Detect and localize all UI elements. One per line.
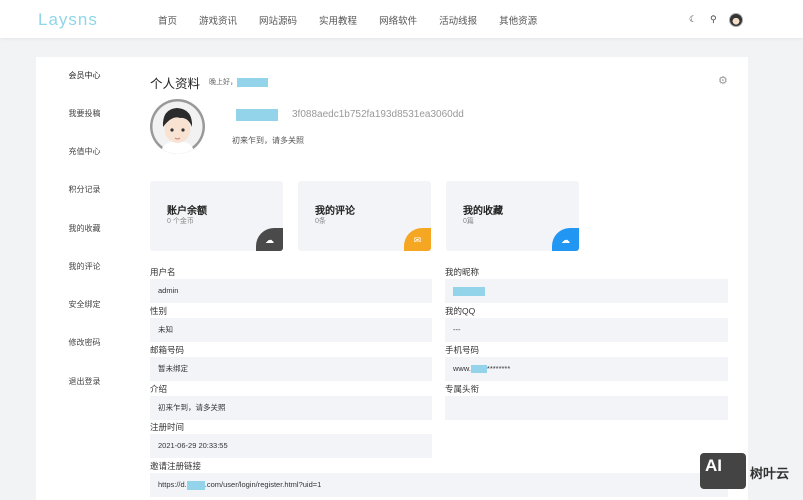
gender-field[interactable]: 未知: [150, 318, 432, 342]
card-title: 我的评论: [315, 206, 355, 217]
title-label: 专属头衔: [445, 384, 480, 394]
card-value: 0篇: [463, 218, 474, 225]
redacted-phone: [470, 365, 487, 374]
card-balance[interactable]: 账户余额 0 个金币 ☁: [150, 181, 283, 251]
nav-game-news[interactable]: 游戏资讯: [199, 13, 237, 27]
sidebar-item-comments[interactable]: 我的评论: [36, 261, 133, 272]
intro-field[interactable]: 初来乍到，请多关照: [150, 396, 432, 420]
page-title: 个人资料: [150, 77, 201, 91]
nav-tutorials[interactable]: 实用教程: [319, 13, 357, 27]
phone-label: 手机号码: [445, 345, 480, 355]
card-title: 账户余额: [167, 206, 207, 217]
phone-prefix: www.: [453, 364, 471, 373]
redacted-nickname: [453, 286, 485, 296]
card-comments[interactable]: 我的评论 0条 ✉: [298, 181, 431, 251]
invite-label: 邀请注册链接: [150, 461, 202, 471]
phone-suffix: ********: [486, 364, 511, 373]
phone-field[interactable]: www. ********: [445, 357, 728, 381]
redacted-nickname: [236, 109, 278, 121]
sidebar: 会员中心 我要投稿 充值中心 积分记录 我的收藏 我的评论 安全绑定 修改密码 …: [36, 57, 133, 500]
user-hash: 3f088aedc1b752fa193d8531ea3060dd: [292, 109, 464, 120]
greeting-text: 晚上好，: [209, 79, 237, 86]
sidebar-item-points[interactable]: 积分记录: [36, 184, 133, 195]
nav-software[interactable]: 网络软件: [379, 13, 417, 27]
card-value: 0条: [315, 218, 326, 225]
title-field[interactable]: [445, 396, 728, 420]
cloud-download-icon: ☁: [552, 228, 579, 251]
invite-prefix: https://d.: [158, 480, 187, 489]
card-value: 0 个金币: [167, 218, 194, 225]
nav-activities[interactable]: 活动线报: [439, 13, 477, 27]
nav-source-code[interactable]: 网站源码: [259, 13, 297, 27]
settings-gear-icon[interactable]: ⚙: [718, 74, 728, 87]
gender-label: 性别: [150, 306, 168, 316]
username-label: 用户名: [150, 267, 176, 277]
greeting: 晚上好，: [209, 77, 268, 87]
main-nav: 首页 游戏资讯 网站源码 实用教程 网络软件 活动线报 其他资源: [158, 13, 559, 27]
watermark-text: 树叶云: [750, 466, 790, 481]
nav-home[interactable]: 首页: [158, 13, 177, 27]
comment-icon: ✉: [404, 228, 431, 251]
regtime-field[interactable]: 2021-06-29 20:33:55: [150, 434, 432, 458]
site-logo[interactable]: Laysns: [38, 10, 98, 30]
search-icon[interactable]: ⚲: [710, 14, 717, 25]
sidebar-item-security[interactable]: 安全绑定: [36, 299, 133, 310]
sidebar-item-logout[interactable]: 退出登录: [36, 376, 133, 387]
qq-label: 我的QQ: [445, 306, 476, 316]
card-favorites[interactable]: 我的收藏 0篇 ☁: [446, 181, 579, 251]
nickname-label: 我的昵称: [445, 267, 480, 277]
invite-suffix: .com/user/login/register.html?uid=1: [204, 480, 322, 489]
card-title: 我的收藏: [463, 206, 503, 217]
intro-label: 介绍: [150, 384, 168, 394]
dark-mode-moon-icon[interactable]: ☾: [689, 14, 697, 25]
qq-field[interactable]: ---: [445, 318, 728, 342]
top-header: Laysns 首页 游戏资讯 网站源码 实用教程 网络软件 活动线报 其他资源 …: [0, 0, 803, 38]
nickname-field[interactable]: [445, 279, 728, 303]
sidebar-item-favorites[interactable]: 我的收藏: [36, 223, 133, 234]
sidebar-item-password[interactable]: 修改密码: [36, 337, 133, 348]
profile-avatar: [150, 99, 205, 154]
redacted-domain: [186, 480, 205, 490]
username-field[interactable]: admin: [150, 279, 432, 303]
sidebar-item-submit[interactable]: 我要投稿: [36, 108, 133, 119]
cloud-download-icon: ☁: [256, 228, 283, 251]
sidebar-item-recharge[interactable]: 充值中心: [36, 146, 133, 157]
watermark-logo: AI: [700, 453, 746, 489]
nav-other[interactable]: 其他资源: [499, 13, 537, 27]
user-avatar[interactable]: [729, 13, 743, 27]
user-bio: 初来乍到，请多关照: [232, 136, 304, 145]
regtime-label: 注册时间: [150, 422, 185, 432]
invite-link-field[interactable]: https://d. .com/user/login/register.html?…: [150, 473, 728, 497]
sidebar-item-member-center[interactable]: 会员中心: [36, 70, 133, 81]
redacted-name: [237, 77, 268, 87]
email-label: 邮箱号码: [150, 345, 185, 355]
email-field[interactable]: 暂未绑定: [150, 357, 432, 381]
avatar-boy-icon: [152, 101, 203, 154]
